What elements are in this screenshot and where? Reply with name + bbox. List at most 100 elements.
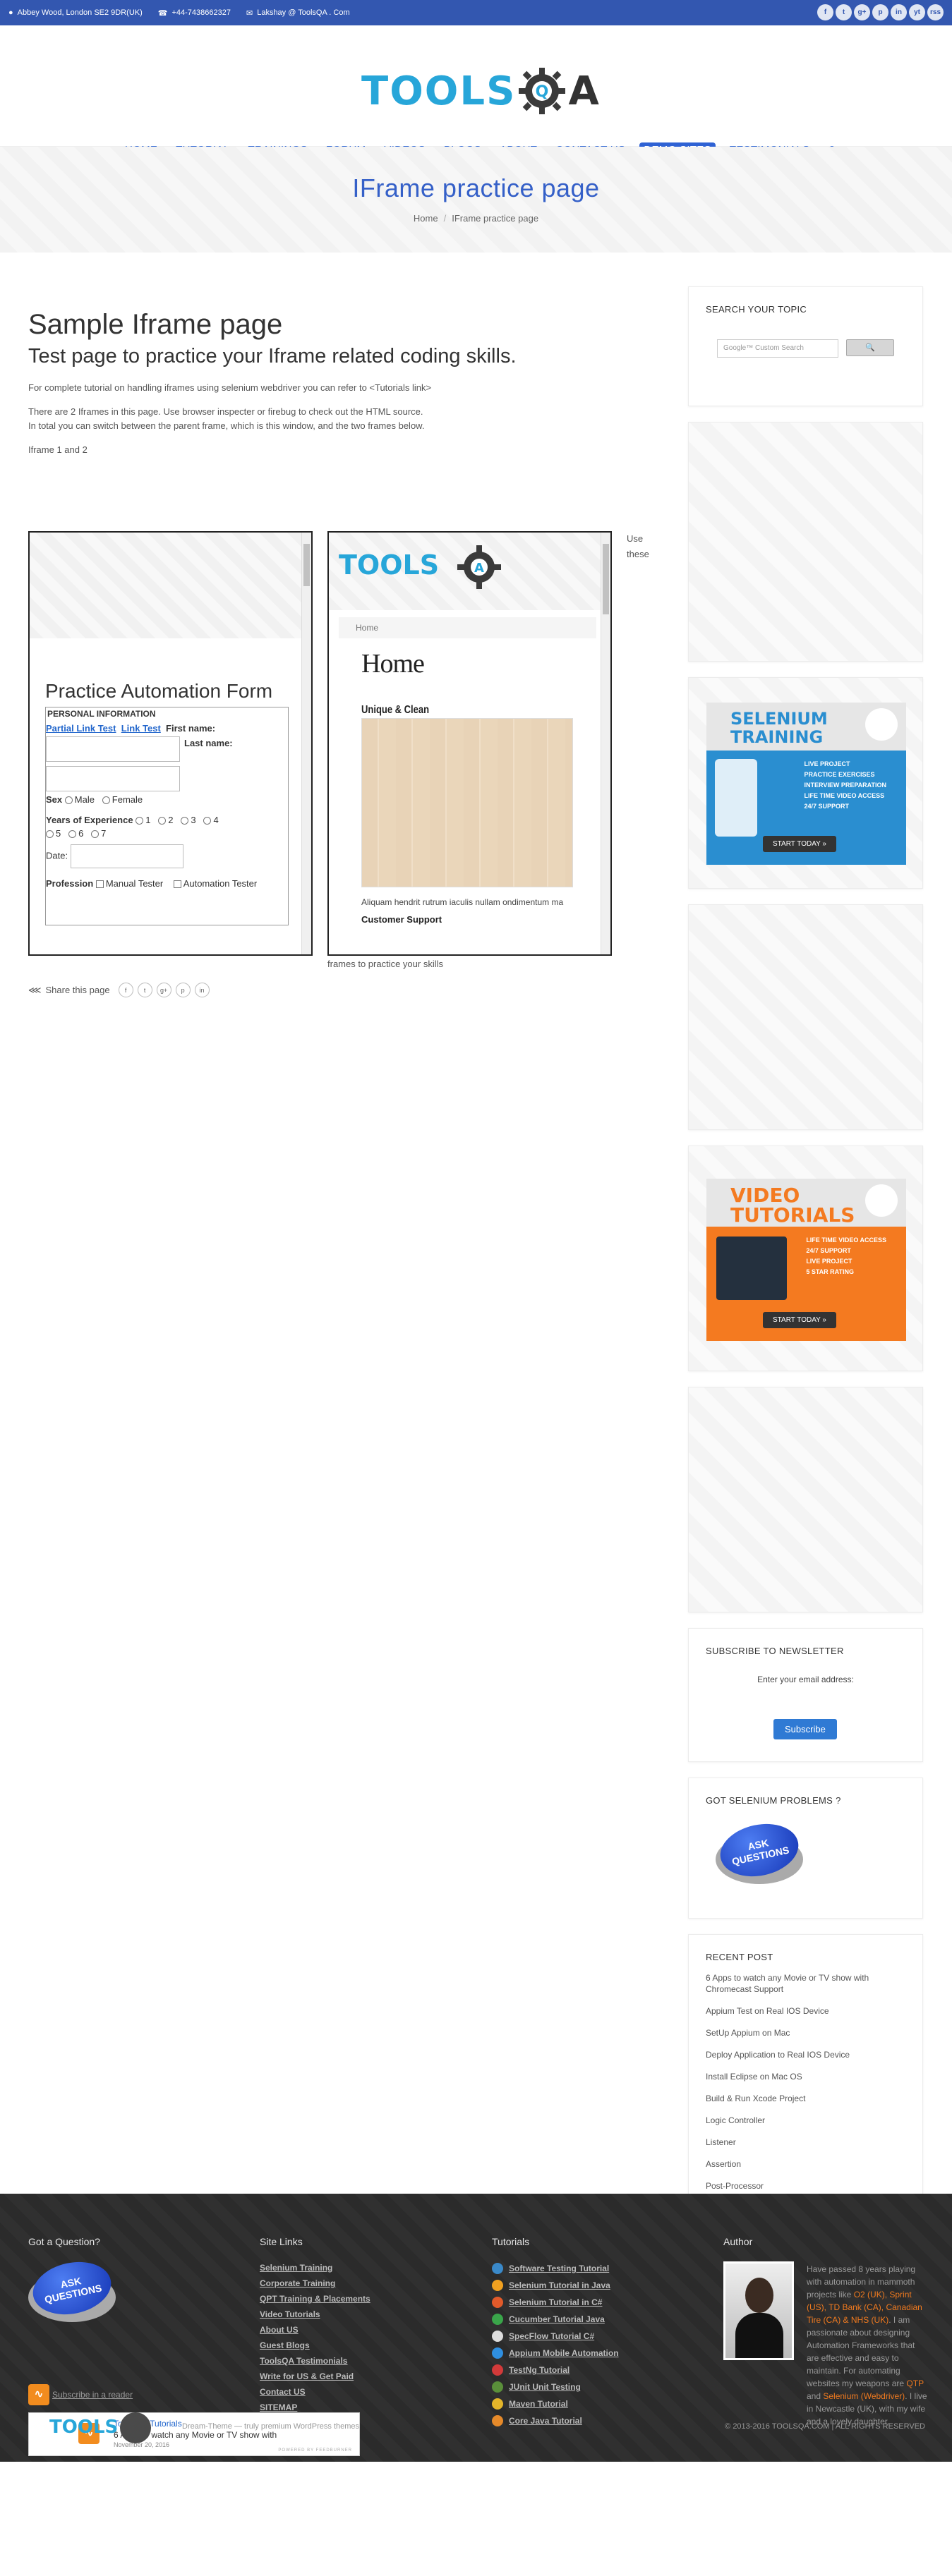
subscribe-button[interactable]: Subscribe: [773, 1719, 837, 1739]
facebook-icon[interactable]: f: [817, 4, 833, 20]
tutorial-label: Software Testing Tutorial: [509, 2264, 610, 2273]
iframe-2[interactable]: TOOLS A Home Home Unique & Clean Aliquam…: [327, 531, 612, 956]
footer-link[interactable]: Write for US & Get Paid: [260, 2371, 443, 2381]
selenium-start-button[interactable]: START TODAY »: [763, 836, 836, 852]
ad-widget-3: [688, 1387, 923, 1612]
iframe-2-header: TOOLS A: [329, 533, 610, 610]
link-test[interactable]: Link Test: [121, 723, 161, 734]
date-input[interactable]: [70, 844, 183, 868]
search-input[interactable]: Google™ Custom Search: [717, 339, 838, 358]
recent-post[interactable]: 6 Apps to watch any Movie or TV show wit…: [706, 1972, 905, 1995]
tutorial-link[interactable]: Software Testing Tutorial: [492, 2263, 675, 2274]
share-facebook-icon[interactable]: f: [118, 983, 133, 997]
footer-ask-questions-button[interactable]: ASK QUESTIONS: [28, 2255, 116, 2323]
exp-radio-1[interactable]: [135, 817, 144, 825]
share-google-plus-icon[interactable]: g+: [156, 983, 171, 997]
selenium-problems-widget: GOT SELENIUM PROBLEMS ? ASK QUESTIONS: [688, 1778, 923, 1919]
recent-post[interactable]: Build & Run Xcode Project: [706, 2093, 905, 2104]
footer-link[interactable]: ToolsQA Testimonials: [260, 2356, 443, 2366]
first-name-input[interactable]: [46, 736, 180, 762]
tutorial-link[interactable]: Appium Mobile Automation: [492, 2347, 675, 2359]
last-name-input[interactable]: [46, 766, 180, 791]
share-twitter-icon[interactable]: t: [137, 983, 152, 997]
experience-row-2: 5 6 7: [46, 828, 288, 842]
pinterest-icon[interactable]: p: [872, 4, 888, 20]
copyright: © 2013-2016 TOOLSQA.COM | ALL RIGHTS RES…: [725, 2422, 925, 2431]
footer-link[interactable]: Selenium Training: [260, 2263, 443, 2273]
bullet: LIVE PROJECT: [804, 760, 850, 767]
phone-icon: ☎: [157, 8, 168, 18]
twitter-icon[interactable]: t: [836, 4, 852, 20]
exp-radio-5[interactable]: [46, 830, 54, 839]
iframe-2-scrollbar[interactable]: [601, 533, 610, 954]
selenium-bullets: LIVE PROJECT PRACTICE EXERCISES INTERVIE…: [804, 760, 886, 813]
recent-post[interactable]: Assertion: [706, 2158, 905, 2170]
iframe-1-scrollbar[interactable]: [301, 533, 311, 954]
recent-post[interactable]: Logic Controller: [706, 2115, 905, 2126]
video-tutorials-widget: VIDEO TUTORIALS LIFE TIME VIDEO ACCESS 2…: [688, 1146, 923, 1371]
author-bio-highlight: QTP: [906, 2378, 924, 2388]
iframe-2-breadcrumb[interactable]: Home: [339, 617, 596, 638]
last-name-label: Last name:: [184, 738, 233, 748]
site-logo[interactable]: TOOLS Q A: [361, 66, 599, 116]
rss-icon[interactable]: rss: [927, 4, 944, 20]
recent-post[interactable]: Post-Processor: [706, 2180, 905, 2192]
breadcrumb-home[interactable]: Home: [414, 213, 438, 224]
share-pinterest-icon[interactable]: p: [175, 983, 191, 997]
phone-text: +44-7438662327: [171, 8, 231, 17]
footer-bottom-bar: TOOLS Dream-Theme — truly premium WordPr…: [0, 2391, 952, 2462]
exp-radio-4[interactable]: [203, 817, 212, 825]
selenium-training-banner[interactable]: SELENIUM TRAINING LIVE PROJECT PRACTICE …: [706, 703, 906, 865]
footer-question-title: Got a Question?: [28, 2236, 100, 2247]
google-plus-icon[interactable]: g+: [854, 4, 870, 20]
tutorial-link[interactable]: Selenium Tutorial in Java: [492, 2280, 675, 2291]
footer-link[interactable]: Corporate Training: [260, 2278, 443, 2288]
recent-post[interactable]: Install Eclipse on Mac OS: [706, 2071, 905, 2082]
footer-logo[interactable]: TOOLS: [49, 2417, 118, 2438]
exp-radio-2[interactable]: [158, 817, 167, 825]
recent-post[interactable]: Listener: [706, 2137, 905, 2148]
linkedin-icon[interactable]: in: [891, 4, 907, 20]
ask-questions-button[interactable]: ASK QUESTIONS: [715, 1817, 804, 1885]
exp-label-6: 6: [78, 828, 84, 839]
footer-link[interactable]: Video Tutorials: [260, 2309, 443, 2319]
tutorial-link[interactable]: SpecFlow Tutorial C#: [492, 2331, 675, 2342]
content-heading: Sample Iframe page: [28, 309, 283, 340]
automation-tester-checkbox[interactable]: [173, 880, 181, 889]
male-radio[interactable]: [64, 796, 73, 805]
recent-post[interactable]: Deploy Application to Real IOS Device: [706, 2049, 905, 2060]
breadcrumb-current: IFrame practice page: [452, 213, 539, 224]
tutorial-link[interactable]: Selenium Tutorial in C#: [492, 2297, 675, 2308]
first-name-label: First name:: [166, 723, 216, 734]
footer-link[interactable]: About US: [260, 2325, 443, 2335]
female-label: Female: [112, 794, 143, 805]
exp-radio-3[interactable]: [181, 817, 189, 825]
share-linkedin-icon[interactable]: in: [194, 983, 210, 997]
iframe-2-logo[interactable]: TOOLS: [339, 549, 439, 581]
links-row: Partial Link Test Link Test First name:: [46, 720, 288, 736]
video-start-button[interactable]: START TODAY »: [763, 1312, 836, 1328]
partial-link-test[interactable]: Partial Link Test: [46, 723, 116, 734]
footer-link[interactable]: Guest Blogs: [260, 2340, 443, 2350]
tutorial-link[interactable]: Cucumber Tutorial Java: [492, 2314, 675, 2325]
female-radio[interactable]: [102, 796, 110, 805]
breadcrumb: Home / IFrame practice page: [413, 213, 539, 224]
address-item: ● Abbey Wood, London SE2 9DR(UK): [8, 8, 143, 17]
exp-radio-7[interactable]: [91, 830, 100, 839]
recent-post[interactable]: Appium Test on Real IOS Device: [706, 2005, 905, 2017]
iframe-1[interactable]: Practice Automation Form PERSONAL INFORM…: [28, 531, 313, 956]
exp-label-3: 3: [191, 815, 196, 825]
manual-tester-checkbox[interactable]: [95, 880, 104, 889]
iframe-1-header: [30, 533, 311, 638]
theme-credit[interactable]: Dream-Theme — truly premium WordPress th…: [182, 2422, 359, 2431]
video-tutorials-banner[interactable]: VIDEO TUTORIALS LIFE TIME VIDEO ACCESS 2…: [706, 1179, 906, 1341]
tutorial-link[interactable]: TestNg Tutorial: [492, 2364, 675, 2376]
footer-link[interactable]: QPT Training & Placements: [260, 2294, 443, 2304]
newsletter-email-input[interactable]: [741, 1689, 875, 1711]
youtube-icon[interactable]: yt: [909, 4, 925, 20]
recent-post[interactable]: SetUp Appium on Mac: [706, 2027, 905, 2039]
email-item[interactable]: ✉ Lakshay @ ToolsQA . Com: [246, 8, 350, 18]
exp-label-2: 2: [168, 815, 174, 825]
exp-radio-6[interactable]: [68, 830, 77, 839]
search-button[interactable]: 🔍: [846, 339, 894, 356]
